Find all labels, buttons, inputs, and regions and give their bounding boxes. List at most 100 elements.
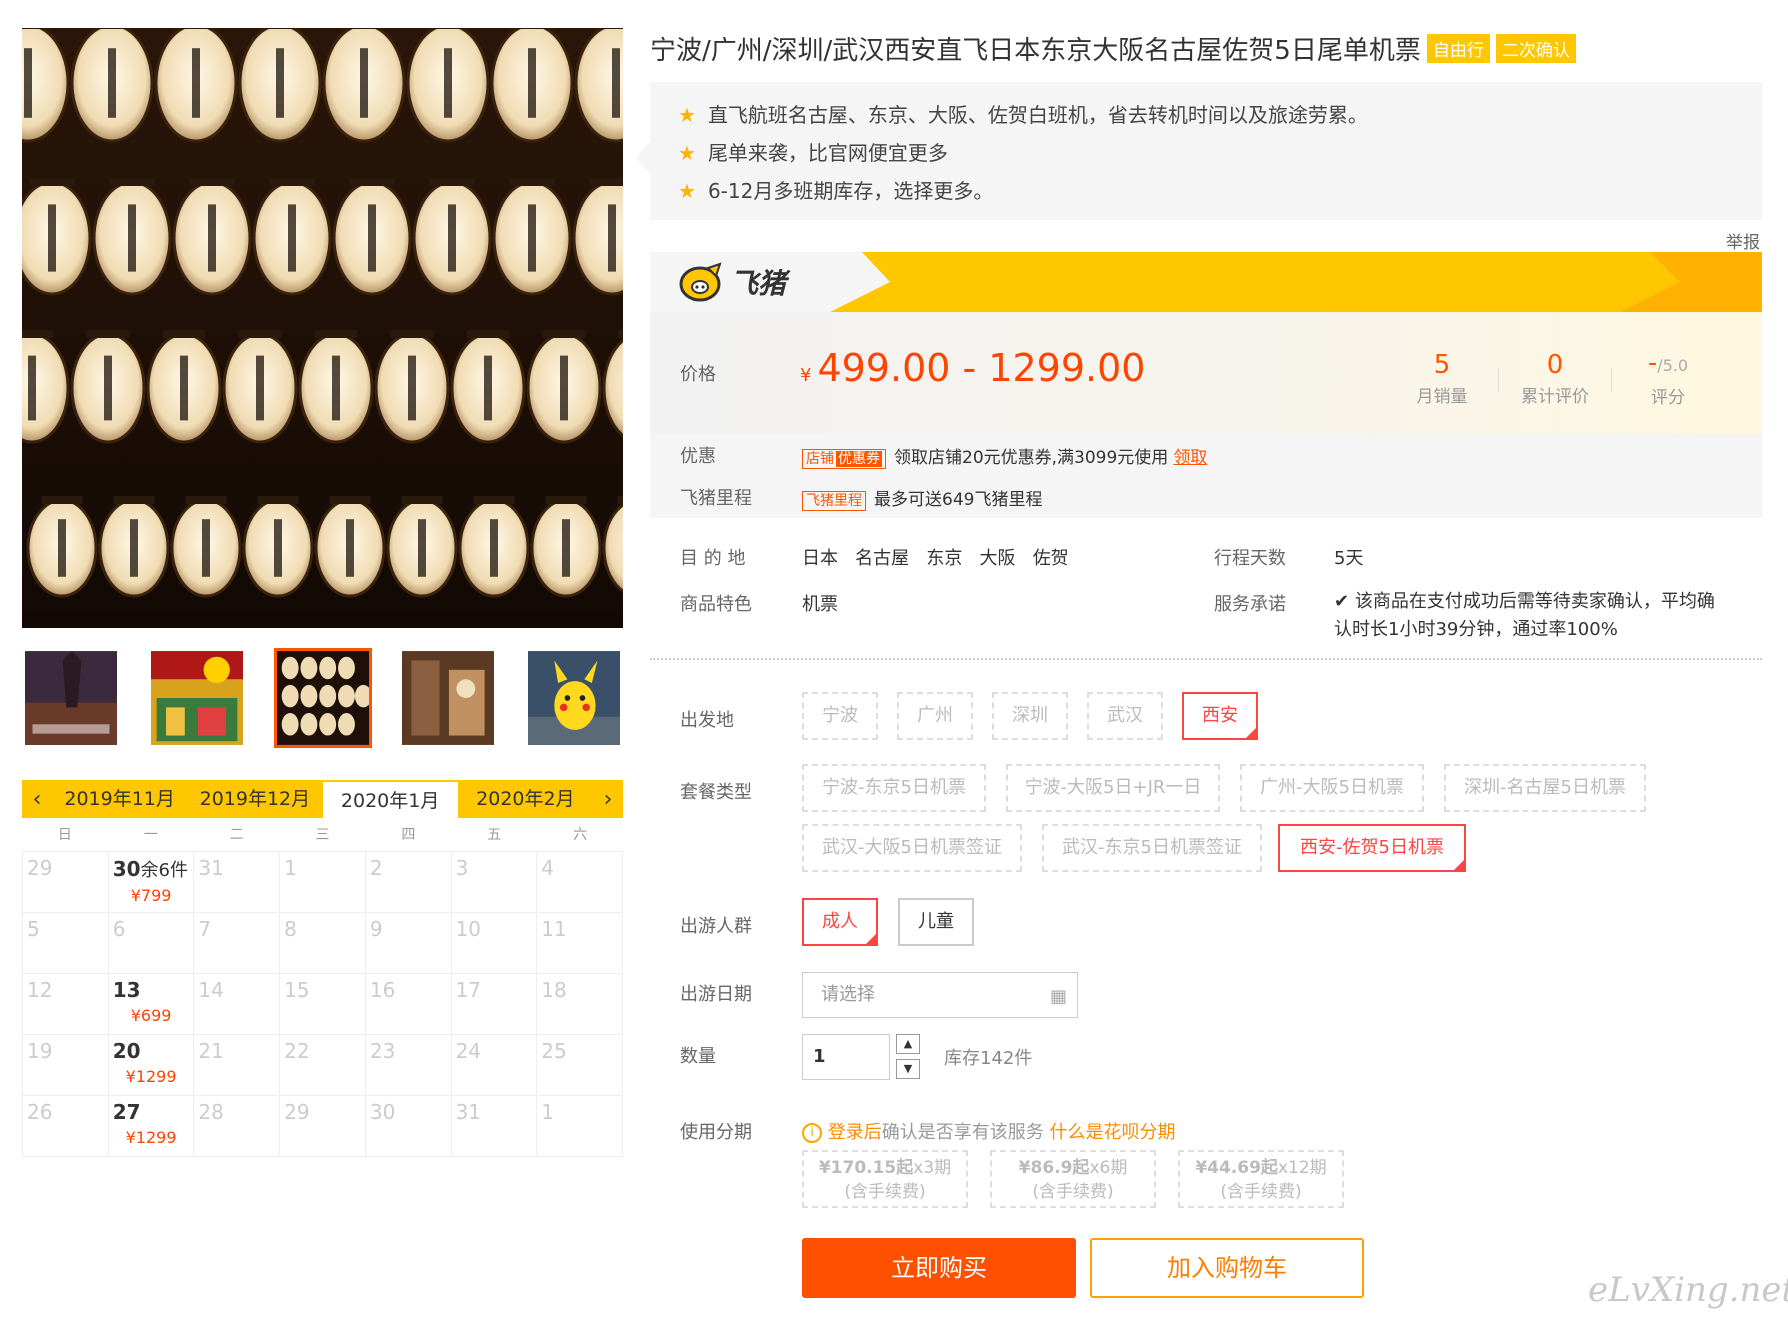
day-price: ¥699 bbox=[130, 1006, 172, 1025]
day-number: 5 bbox=[27, 917, 40, 941]
calendar-day-available[interactable]: 30余6件 ¥799 bbox=[108, 852, 195, 913]
day-stock: 余6件 bbox=[140, 860, 188, 881]
installment-amount: ¥44.69起 bbox=[1195, 1158, 1278, 1178]
calendar-day-available[interactable]: 20 ¥1299 bbox=[108, 1035, 195, 1096]
day-number: 30 bbox=[369, 1100, 396, 1124]
miles-text: 最多可送649飞猪里程 bbox=[874, 490, 1043, 510]
people-option[interactable]: 儿童 bbox=[898, 898, 974, 946]
brand-bar-banner bbox=[830, 252, 1762, 312]
calendar-day-available[interactable]: 13 ¥699 bbox=[108, 974, 195, 1035]
day-number: 29 bbox=[27, 856, 53, 880]
thumbnail-4[interactable] bbox=[399, 648, 497, 748]
package-option[interactable]: 广州-大阪5日机票 bbox=[1240, 764, 1424, 812]
claim-coupon-link[interactable]: 领取 bbox=[1173, 448, 1207, 468]
package-option[interactable]: 深圳-名古屋5日机票 bbox=[1444, 764, 1646, 812]
report-link[interactable]: 举报 bbox=[1726, 228, 1760, 253]
thumbnail-1[interactable] bbox=[22, 648, 120, 748]
calendar-month-tab-active[interactable]: 2020年1月 bbox=[322, 782, 458, 818]
calendar-month-tab[interactable]: 2019年11月 bbox=[52, 780, 187, 818]
day-number: 31 bbox=[198, 856, 224, 880]
package-option[interactable]: 宁波-东京5日机票 bbox=[802, 764, 986, 812]
weekday-label: 二 bbox=[229, 827, 244, 843]
add-to-cart-button[interactable]: 加入购物车 bbox=[1090, 1238, 1364, 1298]
currency-symbol: ¥ bbox=[800, 365, 812, 386]
day-number: 9 bbox=[369, 917, 383, 941]
calendar-day: 10 bbox=[451, 913, 538, 974]
thumbnail-5[interactable] bbox=[525, 648, 623, 748]
weekday-label: 六 bbox=[573, 827, 588, 843]
buy-now-button[interactable]: 立即购买 bbox=[802, 1238, 1076, 1298]
day-number: 19 bbox=[27, 1039, 53, 1063]
calendar-day: 3 bbox=[451, 852, 538, 913]
calendar-day: 16 bbox=[365, 974, 452, 1035]
miles-label: 飞猪里程 bbox=[680, 488, 752, 509]
depart-option[interactable]: 西安 bbox=[1182, 692, 1258, 740]
tag-reconfirm: 二次确认 bbox=[1495, 34, 1576, 63]
calendar-day: 29 bbox=[23, 852, 109, 913]
installment-amount: ¥86.9起 bbox=[1018, 1158, 1090, 1178]
calendar-icon: ▦ bbox=[1049, 986, 1067, 1007]
thumbnail-2[interactable] bbox=[148, 648, 246, 748]
calendar-day: 18 bbox=[537, 974, 623, 1035]
chevron-left-icon[interactable]: ‹ bbox=[22, 780, 52, 818]
star-icon: ★ bbox=[678, 179, 696, 203]
depart-option[interactable]: 广州 bbox=[897, 692, 973, 740]
quantity-decrease-button[interactable]: ▼ bbox=[896, 1059, 920, 1079]
package-option[interactable]: 武汉-东京5日机票签证 bbox=[1042, 824, 1262, 872]
day-number: 22 bbox=[284, 1039, 310, 1063]
people-option[interactable]: 成人 bbox=[802, 898, 878, 946]
depart-option[interactable]: 深圳 bbox=[992, 692, 1068, 740]
package-option[interactable]: 宁波-大阪5日+JR一日 bbox=[1006, 764, 1220, 812]
highlight-item: ★ 直飞航班名古屋、东京、大阪、佐贺白班机，省去转机时间以及旅途劳累。 bbox=[678, 96, 1762, 134]
day-number: 15 bbox=[284, 978, 310, 1002]
quantity-label: 数量 bbox=[680, 1046, 716, 1067]
calendar-day-available[interactable]: 27 ¥1299 bbox=[108, 1096, 195, 1157]
installment-term: x3期 bbox=[913, 1158, 952, 1178]
installment-option[interactable]: ¥170.15起x3期 (含手续费) bbox=[802, 1150, 968, 1208]
calendar-month-tab[interactable]: 2019年12月 bbox=[187, 780, 322, 818]
chevron-right-icon[interactable]: › bbox=[593, 780, 623, 818]
calendar-day: 5 bbox=[23, 913, 109, 974]
quantity-increase-button[interactable]: ▲ bbox=[896, 1034, 920, 1054]
service-label: 服务承诺 bbox=[1214, 594, 1286, 615]
depart-option[interactable]: 宁波 bbox=[802, 692, 878, 740]
calendar-day: 19 bbox=[23, 1035, 109, 1096]
day-number: 21 bbox=[198, 1039, 224, 1063]
service-commitment: ✔ 该商品在支付成功后需等待卖家确认，平均确 认时长1小时39分钟，通过率100… bbox=[1334, 591, 1715, 640]
brand-bar bbox=[650, 252, 1762, 312]
depart-option[interactable]: 武汉 bbox=[1087, 692, 1163, 740]
day-price: ¥799 bbox=[130, 886, 172, 905]
installment-label: 使用分期 bbox=[680, 1122, 752, 1143]
package-option[interactable]: 西安-佐贺5日机票 bbox=[1278, 824, 1466, 872]
quantity-input[interactable]: 1 bbox=[802, 1034, 890, 1080]
day-price: ¥1299 bbox=[125, 1067, 177, 1086]
lantern-photo bbox=[22, 28, 623, 628]
stat-reviews[interactable]: 0 累计评价 bbox=[1499, 348, 1611, 412]
calendar-grid: 29 30余6件 ¥799 31 1 2 3 4 5 6 7 8 9 10 11 12 13 ¥699 14 15 16… bbox=[22, 852, 623, 1157]
installment-option[interactable]: ¥86.9起x6期 (含手续费) bbox=[990, 1150, 1156, 1208]
huabei-link[interactable]: 什么是花呗分期 bbox=[1049, 1122, 1175, 1143]
feature-value: 机票 bbox=[802, 594, 838, 615]
destination-values: 日本 名古屋 东京 大阪 佐贺 bbox=[802, 548, 1069, 569]
calendar-day: 9 bbox=[365, 913, 452, 974]
thumbnail-3[interactable] bbox=[273, 648, 372, 748]
calendar-day: 21 bbox=[194, 1035, 281, 1096]
package-option[interactable]: 武汉-大阪5日机票签证 bbox=[802, 824, 1022, 872]
product-main-image bbox=[22, 28, 623, 628]
info-icon: i bbox=[802, 1123, 822, 1143]
package-label: 套餐类型 bbox=[680, 782, 752, 803]
calendar-day: 17 bbox=[451, 974, 538, 1035]
travel-date-input[interactable]: 请选择 ▦ bbox=[802, 972, 1078, 1018]
days-label: 行程天数 bbox=[1214, 548, 1286, 569]
highlights-box: ★ 直飞航班名古屋、东京、大阪、佐贺白班机，省去转机时间以及旅途劳累。 ★ 尾单来袭… bbox=[650, 82, 1762, 220]
watermark: eLvXing.net bbox=[1588, 1270, 1788, 1310]
calendar-month-tab[interactable]: 2020年2月 bbox=[458, 780, 593, 818]
pig-icon bbox=[679, 262, 722, 302]
calendar-day: 11 bbox=[537, 913, 623, 974]
day-number: 4 bbox=[541, 856, 555, 880]
weekday-label: 三 bbox=[315, 827, 330, 843]
installment-option[interactable]: ¥44.69起x12期 (含手续费) bbox=[1178, 1150, 1344, 1208]
day-number: 11 bbox=[541, 917, 567, 941]
calendar-day: 30 bbox=[365, 1096, 452, 1157]
login-link[interactable]: 登录后 bbox=[828, 1122, 882, 1143]
